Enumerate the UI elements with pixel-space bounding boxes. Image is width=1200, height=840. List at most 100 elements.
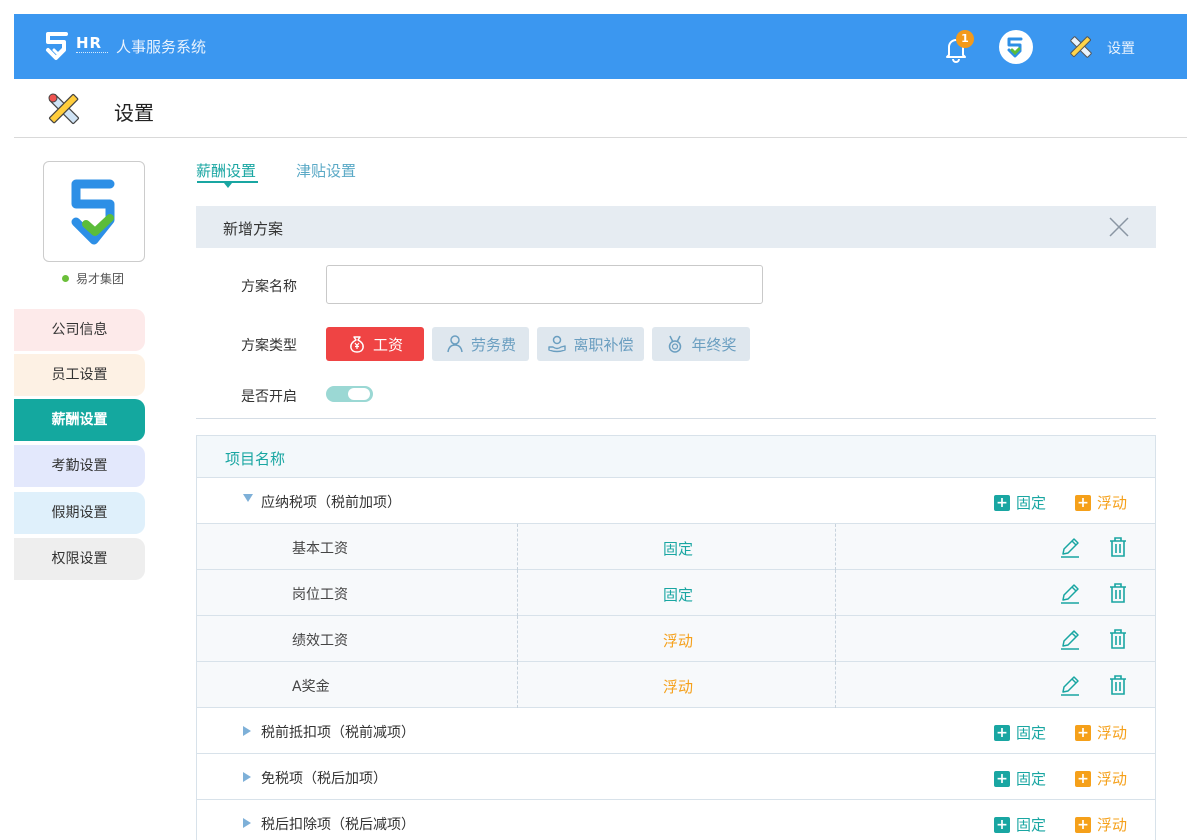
enable-label: 是否开启 [241,389,297,405]
enable-toggle[interactable] [326,386,373,402]
group-title: 税前抵扣项（税前减项） [261,725,415,741]
column-divider [835,616,836,662]
type-year-end-bonus-button[interactable]: 年终奖 [652,327,750,361]
type-salary-button[interactable]: 工资 [326,327,424,361]
sidebar-item-permission-settings[interactable]: 权限设置 [14,538,145,580]
status-dot [62,275,69,282]
trash-icon[interactable] [1107,628,1129,650]
notification-badge: 1 [956,30,974,48]
app-title: 人事服务系统 [116,38,207,56]
edit-icon[interactable] [1059,582,1081,604]
add-float-label: 浮动 [1097,770,1128,788]
plus-icon: + [1075,816,1091,833]
plan-name-input[interactable] [326,265,763,304]
caret-right-icon[interactable] [243,726,251,736]
table-row: 绩效工资 浮动 [197,616,1155,662]
edit-icon[interactable] [1059,628,1081,650]
trash-icon[interactable] [1107,582,1129,604]
group-row-post-tax-deduction[interactable]: 税后扣除项（税后减项） + 固定 + 浮动 [197,800,1155,840]
add-fixed-label: 固定 [1016,816,1047,834]
logo-mark-icon [46,32,68,60]
add-fixed-button[interactable]: + 固定 [994,814,1046,835]
trash-icon[interactable] [1107,674,1129,696]
sidebar-item-salary-settings[interactable]: 薪酬设置 [14,399,145,441]
add-fixed-button[interactable]: + 固定 [994,722,1046,743]
trash-icon[interactable] [1107,536,1129,558]
plus-icon: + [994,494,1010,511]
item-type: 浮动 [662,678,693,696]
app-logo[interactable]: HR [42,28,108,62]
plus-icon: + [994,816,1010,833]
close-icon[interactable] [1108,216,1130,238]
type-labor-fee-button[interactable]: 劳务费 [432,327,529,361]
column-divider [517,662,518,708]
add-fixed-button[interactable]: + 固定 [994,768,1046,789]
brand-underline [76,52,108,55]
sidebar-item-company-info[interactable]: 公司信息 [14,309,145,351]
column-divider [517,616,518,662]
caret-right-icon[interactable] [243,818,251,828]
plan-type-label: 方案类型 [241,338,297,354]
sidebar-item-employee-settings[interactable]: 员工设置 [14,354,145,396]
group-title: 免税项（税后加项） [261,771,387,787]
settings-tools-icon [48,93,80,125]
active-tab-caret [224,183,232,188]
top-bar: HR 人事服务系统 1 设置 [14,14,1187,79]
caret-right-icon[interactable] [243,772,251,782]
table-row: 岗位工资 固定 [197,570,1155,616]
person-icon [447,335,463,353]
add-fixed-label: 固定 [1016,724,1047,742]
edit-icon[interactable] [1059,536,1081,558]
type-severance-button[interactable]: 离职补偿 [537,327,644,361]
group-row-taxable[interactable]: 应纳税项（税前加项） + 固定 + 浮动 [197,478,1155,524]
company-logo-card [43,161,145,262]
item-name: A奖金 [292,679,330,695]
type-severance-label: 离职补偿 [573,335,634,354]
plan-name-label: 方案名称 [241,279,297,295]
tab-salary-settings[interactable]: 薪酬设置 [196,160,256,181]
group-title: 税后扣除项（税后减项） [261,817,415,833]
type-salary-label: 工资 [372,335,403,354]
column-divider [835,662,836,708]
medal-icon [669,335,682,353]
add-fixed-button[interactable]: + 固定 [994,492,1046,513]
items-table-title: 项目名称 [225,450,286,468]
group-row-tax-exempt[interactable]: 免税项（税后加项） + 固定 + 浮动 [197,754,1155,800]
column-divider [517,570,518,616]
column-divider [835,524,836,570]
sidebar-item-attendance-settings[interactable]: 考勤设置 [14,445,145,487]
settings-link[interactable]: 设置 [1107,38,1135,58]
new-plan-title: 新增方案 [223,220,284,238]
plus-icon: + [1075,494,1091,511]
plus-icon: + [994,770,1010,787]
plus-icon: + [1075,724,1091,741]
item-name: 岗位工资 [292,587,348,603]
item-type: 固定 [662,586,693,604]
table-row: A奖金 浮动 [197,662,1155,708]
toggle-knob [348,388,370,400]
plus-icon: + [994,724,1010,741]
company-name-text: 易才集团 [76,272,125,286]
item-name: 基本工资 [292,541,348,557]
sidebar-item-leave-settings[interactable]: 假期设置 [14,492,145,534]
page-header: 设置 [14,79,1187,138]
add-float-button[interactable]: + 浮动 [1075,814,1127,835]
edit-icon[interactable] [1059,674,1081,696]
column-divider [835,570,836,616]
add-float-button[interactable]: + 浮动 [1075,768,1127,789]
add-float-label: 浮动 [1097,724,1128,742]
add-float-button[interactable]: + 浮动 [1075,492,1127,513]
add-float-button[interactable]: + 浮动 [1075,722,1127,743]
add-float-label: 浮动 [1097,494,1128,512]
tools-icon[interactable] [1065,31,1097,63]
group-row-pre-tax-deduction[interactable]: 税前抵扣项（税前减项） + 固定 + 浮动 [197,708,1155,754]
plus-icon: + [1075,770,1091,787]
form-divider [196,418,1156,419]
user-avatar[interactable] [999,30,1033,64]
tab-allowance-settings[interactable]: 津贴设置 [296,160,356,181]
caret-down-icon[interactable] [243,494,253,502]
item-type: 浮动 [662,632,693,650]
add-fixed-label: 固定 [1016,770,1047,788]
add-fixed-label: 固定 [1016,494,1047,512]
hand-person-icon [548,335,567,353]
